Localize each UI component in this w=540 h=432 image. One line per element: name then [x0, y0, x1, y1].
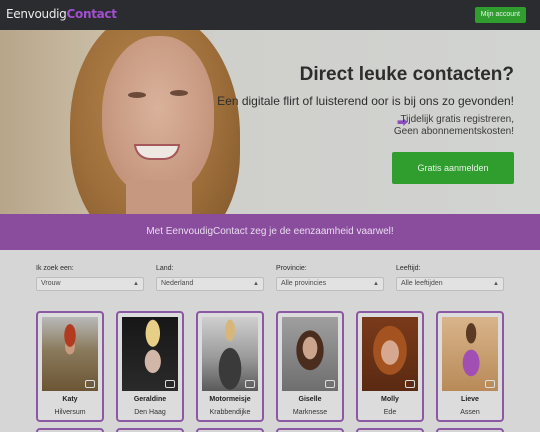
filter-province: Provincie: Alle provincies ▲︎: [276, 265, 384, 291]
profile-city: Hilversum: [54, 409, 86, 416]
perk-line-2: Geen abonnementskosten!: [393, 126, 514, 137]
province-select[interactable]: Alle provincies ▲︎: [276, 277, 384, 291]
chat-icon[interactable]: [165, 380, 175, 388]
filter-gender: Ik zoek een: Vrouw ▲︎: [36, 265, 144, 291]
select-caret-icon: ▲︎: [373, 281, 379, 287]
profile-card-partial[interactable]: [276, 428, 344, 432]
hero-subtitle: Een digitale flirt of luisterend oor is …: [217, 94, 514, 108]
select-value: Vrouw: [41, 280, 61, 287]
select-caret-icon: ▲︎: [253, 281, 259, 287]
profile-card-partial[interactable]: [436, 428, 504, 432]
logo-text-part2: Contact: [66, 7, 117, 21]
country-select[interactable]: Nederland ▲︎: [156, 277, 264, 291]
profile-card[interactable]: Lieve Assen: [436, 311, 504, 422]
filter-country: Land: Nederland ▲︎: [156, 265, 264, 291]
select-caret-icon: ▲︎: [133, 281, 139, 287]
chat-icon[interactable]: [485, 380, 495, 388]
profile-card-partial[interactable]: [196, 428, 264, 432]
profile-name: Motormeisje: [209, 396, 251, 403]
hero-title: Direct leuke contacten?: [299, 64, 514, 85]
filter-label: Ik zoek een:: [36, 265, 74, 272]
profile-card-partial[interactable]: [36, 428, 104, 432]
profile-city: Krabbendijke: [209, 409, 251, 416]
profile-card[interactable]: Motormeisje Krabbendijke: [196, 311, 264, 422]
chat-icon[interactable]: [245, 380, 255, 388]
tagline-banner: Met EenvoudigContact zeg je de eenzaamhe…: [0, 214, 540, 250]
profile-name: Giselle: [298, 396, 322, 403]
profile-card-partial[interactable]: [116, 428, 184, 432]
filter-label: Land:: [156, 265, 174, 272]
profile-card[interactable]: Molly Ede: [356, 311, 424, 422]
profile-photo: [122, 317, 178, 391]
profile-card-partial[interactable]: [356, 428, 424, 432]
profile-city: Den Haag: [134, 409, 166, 416]
profile-photo: [282, 317, 338, 391]
hero-perks: Tijdelijk gratis registreren, Geen abonn…: [394, 114, 514, 138]
profile-photo: [202, 317, 258, 391]
hero-photo-eye-right: [170, 90, 188, 96]
signup-button[interactable]: Gratis aanmelden: [392, 152, 514, 184]
filter-label: Provincie:: [276, 265, 307, 272]
hero-photo-eye-left: [128, 92, 146, 98]
logo-text-part1: Eenvoudig: [6, 7, 67, 21]
profile-card[interactable]: Geraldine Den Haag: [116, 311, 184, 422]
select-caret-icon: ▲︎: [493, 281, 499, 287]
select-value: Alle leeftijden: [401, 280, 443, 287]
top-navbar: EenvoudigContact Mijn account: [0, 0, 540, 30]
profile-card[interactable]: Giselle Marknesse: [276, 311, 344, 422]
hero-section: Direct leuke contacten? Een digitale fli…: [0, 30, 540, 214]
filter-age: Leeftijd: Alle leeftijden ▲︎: [396, 265, 504, 291]
perk-line-1: Tijdelijk gratis registreren,: [400, 114, 514, 125]
profile-name: Geraldine: [133, 396, 167, 403]
chat-icon[interactable]: [325, 380, 335, 388]
hero-photo-face: [102, 36, 214, 196]
profile-name: Katy: [62, 396, 78, 403]
profile-city: Assen: [460, 409, 480, 416]
my-account-button[interactable]: Mijn account: [474, 7, 526, 23]
site-logo[interactable]: EenvoudigContact: [6, 7, 117, 21]
gender-select[interactable]: Vrouw ▲︎: [36, 277, 144, 291]
profile-photo: [362, 317, 418, 391]
chat-icon[interactable]: [85, 380, 95, 388]
profile-photo: [442, 317, 498, 391]
age-select[interactable]: Alle leeftijden ▲︎: [396, 277, 504, 291]
profile-city: Ede: [383, 409, 397, 416]
profile-name: Lieve: [461, 396, 479, 403]
select-value: Nederland: [161, 280, 194, 287]
hero-photo-neck: [126, 180, 192, 214]
chat-icon[interactable]: [405, 380, 415, 388]
profile-card[interactable]: Katy Hilversum: [36, 311, 104, 422]
profile-city: Marknesse: [292, 409, 328, 416]
select-value: Alle provincies: [281, 280, 327, 287]
profile-photo: [42, 317, 98, 391]
profile-name: Molly: [381, 396, 399, 403]
filter-label: Leeftijd:: [396, 265, 421, 272]
